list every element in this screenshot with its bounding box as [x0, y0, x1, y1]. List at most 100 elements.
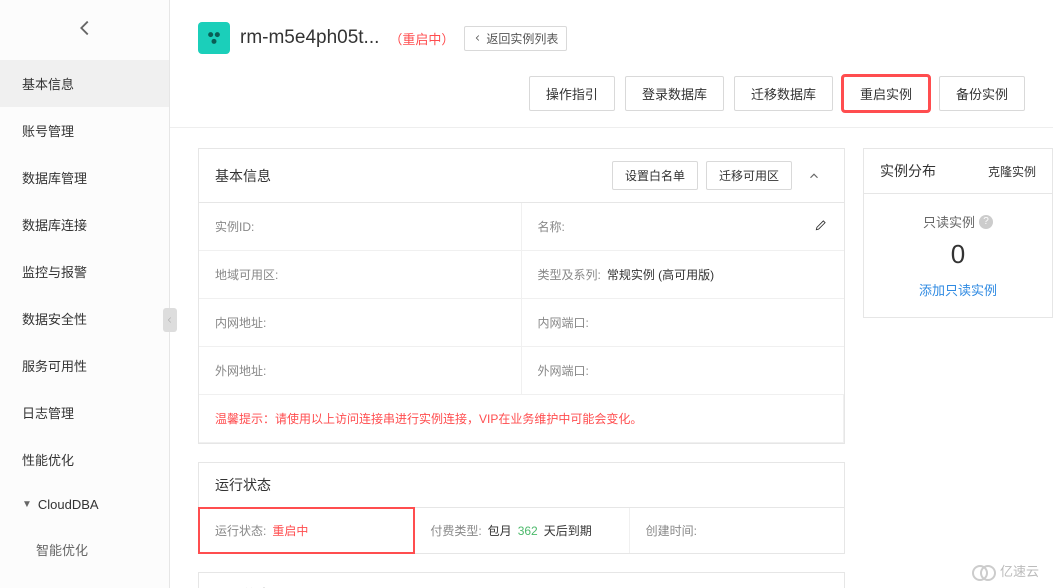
action-login-db-button[interactable]: 登录数据库: [625, 76, 724, 111]
sidebar-item-service-avail[interactable]: 服务可用性: [0, 342, 169, 389]
basic-info-head: 基本信息 设置白名单 迁移可用区: [199, 149, 844, 203]
basic-info-actions: 设置白名单 迁移可用区: [612, 161, 828, 190]
main-content: rm-m5e4ph05t... （重启中） 返回实例列表 操作指引 登录数据库 …: [170, 0, 1053, 588]
left-column: 基本信息 设置白名单 迁移可用区 实例ID: 名称:: [198, 148, 845, 588]
distribution-title: 实例分布: [880, 161, 936, 181]
billing-value: 包月: [488, 522, 512, 539]
config-info-head: 配置信息: [199, 573, 844, 588]
watermark-cloud-icon: [972, 563, 996, 579]
page-header: rm-m5e4ph05t... （重启中） 返回实例列表: [170, 0, 1053, 70]
sidebar-item-label: 账号管理: [22, 121, 74, 140]
header-status: （重启中）: [389, 29, 454, 48]
sidebar-nav: 基本信息 账号管理 数据库管理 数据库连接 监控与报警 数据安全性 服务可用性 …: [0, 60, 169, 588]
field-intranet-port: 内网端口:: [522, 299, 845, 347]
field-label: 内网地址:: [215, 314, 266, 331]
status-cell-billing: 付费类型: 包月 362 天后到期: [414, 508, 629, 553]
sidebar-item-data-security[interactable]: 数据安全性: [0, 295, 169, 342]
action-backup-button[interactable]: 备份实例: [939, 76, 1025, 111]
edit-name-icon[interactable]: [814, 218, 828, 235]
distribution-head: 实例分布 克隆实例: [864, 149, 1052, 194]
field-type-series: 类型及系列: 常规实例 (高可用版): [522, 251, 845, 299]
expiry-suffix: 天后到期: [544, 522, 592, 539]
sidebar-item-label: 数据库连接: [22, 215, 87, 234]
field-label: 运行状态:: [215, 522, 266, 539]
sidebar-item-db-conn[interactable]: 数据库连接: [0, 201, 169, 248]
field-intranet-addr: 内网地址:: [199, 299, 522, 347]
field-label: 付费类型:: [430, 522, 481, 539]
running-status-panel: 运行状态 运行状态: 重启中 付费类型: 包月 362 天后到期: [198, 462, 845, 554]
add-readonly-link[interactable]: 添加只读实例: [874, 280, 1042, 299]
sidebar: 基本信息 账号管理 数据库管理 数据库连接 监控与报警 数据安全性 服务可用性 …: [0, 0, 170, 588]
sidebar-item-perf-opt[interactable]: 性能优化: [0, 436, 169, 483]
caret-down-icon: ▼: [22, 499, 32, 510]
action-guide-button[interactable]: 操作指引: [529, 76, 615, 111]
sidebar-item-smart-opt[interactable]: 智能优化: [0, 526, 169, 573]
field-region-az: 地域可用区:: [199, 251, 522, 299]
back-arrow-icon: [74, 17, 96, 42]
status-cell-created: 创建时间:: [630, 508, 844, 553]
action-restart-button[interactable]: 重启实例: [843, 76, 929, 111]
sidebar-item-label: 智能优化: [36, 540, 88, 559]
expiry-days: 362: [518, 524, 538, 538]
help-icon[interactable]: ?: [979, 215, 993, 229]
instance-icon: [198, 22, 230, 54]
sidebar-item-label: 日志管理: [22, 403, 74, 422]
field-label: 实例ID:: [215, 218, 254, 235]
running-status-row: 运行状态: 重启中 付费类型: 包月 362 天后到期 创建时间:: [199, 508, 844, 553]
sidebar-item-clouddba[interactable]: ▼ CloudDBA: [0, 483, 169, 526]
sidebar-item-label: 监控与报警: [22, 262, 87, 281]
back-to-list-label: 返回实例列表: [486, 30, 558, 47]
field-instance-id: 实例ID:: [199, 203, 522, 251]
action-migrate-db-button[interactable]: 迁移数据库: [734, 76, 833, 111]
readonly-count: 0: [874, 239, 1042, 270]
right-column: 实例分布 克隆实例 只读实例 ? 0 添加只读实例: [863, 148, 1053, 588]
migrate-zone-button[interactable]: 迁移可用区: [706, 161, 792, 190]
readonly-block: 只读实例 ? 0 添加只读实例: [864, 194, 1052, 317]
sidebar-item-label: 服务可用性: [22, 356, 87, 375]
sidebar-back[interactable]: [0, 0, 169, 60]
sidebar-item-label: 数据安全性: [22, 309, 87, 328]
sidebar-item-db-mgmt[interactable]: 数据库管理: [0, 154, 169, 201]
sidebar-item-monitor-alarm[interactable]: 监控与报警: [0, 248, 169, 295]
sidebar-collapse-toggle[interactable]: [163, 308, 177, 332]
field-label: 类型及系列:: [538, 266, 601, 283]
back-to-list-button[interactable]: 返回实例列表: [464, 26, 567, 51]
field-label: 地域可用区:: [215, 266, 278, 283]
running-status-title: 运行状态: [215, 475, 271, 495]
field-extranet-addr: 外网地址:: [199, 347, 522, 395]
field-name: 名称:: [522, 203, 845, 251]
field-label: 外网地址:: [215, 362, 266, 379]
action-bar: 操作指引 登录数据库 迁移数据库 重启实例 备份实例: [170, 70, 1053, 128]
field-label: 内网端口:: [538, 314, 589, 331]
content-area: 基本信息 设置白名单 迁移可用区 实例ID: 名称:: [170, 128, 1053, 588]
field-value: 常规实例 (高可用版): [607, 266, 714, 283]
watermark: 亿速云: [972, 561, 1039, 580]
sidebar-item-label: 基本信息: [22, 74, 74, 93]
connection-warning: 温馨提示：请使用以上访问连接串进行实例连接，VIP在业务维护中可能会变化。: [199, 395, 844, 443]
sidebar-item-label: CloudDBA: [38, 497, 99, 512]
status-value: 重启中: [272, 522, 308, 539]
clone-instance-button[interactable]: 克隆实例: [988, 163, 1036, 180]
sidebar-item-label: 性能优化: [22, 450, 74, 469]
field-label: 创建时间:: [646, 522, 697, 539]
field-label: 外网端口:: [538, 362, 589, 379]
sidebar-item-issue-diag[interactable]: 问题诊断: [0, 573, 169, 588]
readonly-label-row: 只读实例 ?: [874, 212, 1042, 231]
sidebar-item-label: 数据库管理: [22, 168, 87, 187]
watermark-text: 亿速云: [1000, 561, 1039, 580]
sidebar-item-log-mgmt[interactable]: 日志管理: [0, 389, 169, 436]
basic-info-grid: 实例ID: 名称: 地域可用区: 类型及系列: 常规实例 (高可用版) 内网地址…: [199, 203, 844, 443]
status-cell-running: 运行状态: 重启中: [199, 508, 414, 553]
field-label: 名称:: [538, 218, 565, 235]
sidebar-item-basic-info[interactable]: 基本信息: [0, 60, 169, 107]
distribution-panel: 实例分布 克隆实例 只读实例 ? 0 添加只读实例: [863, 148, 1053, 318]
running-status-head: 运行状态: [199, 463, 844, 508]
basic-info-panel: 基本信息 设置白名单 迁移可用区 实例ID: 名称:: [198, 148, 845, 444]
collapse-panel-button[interactable]: [800, 169, 828, 183]
readonly-label: 只读实例: [923, 212, 975, 231]
field-extranet-port: 外网端口:: [522, 347, 845, 395]
whitelist-button[interactable]: 设置白名单: [612, 161, 698, 190]
sidebar-item-account-mgmt[interactable]: 账号管理: [0, 107, 169, 154]
basic-info-title: 基本信息: [215, 166, 271, 186]
config-info-panel: 配置信息: [198, 572, 845, 588]
